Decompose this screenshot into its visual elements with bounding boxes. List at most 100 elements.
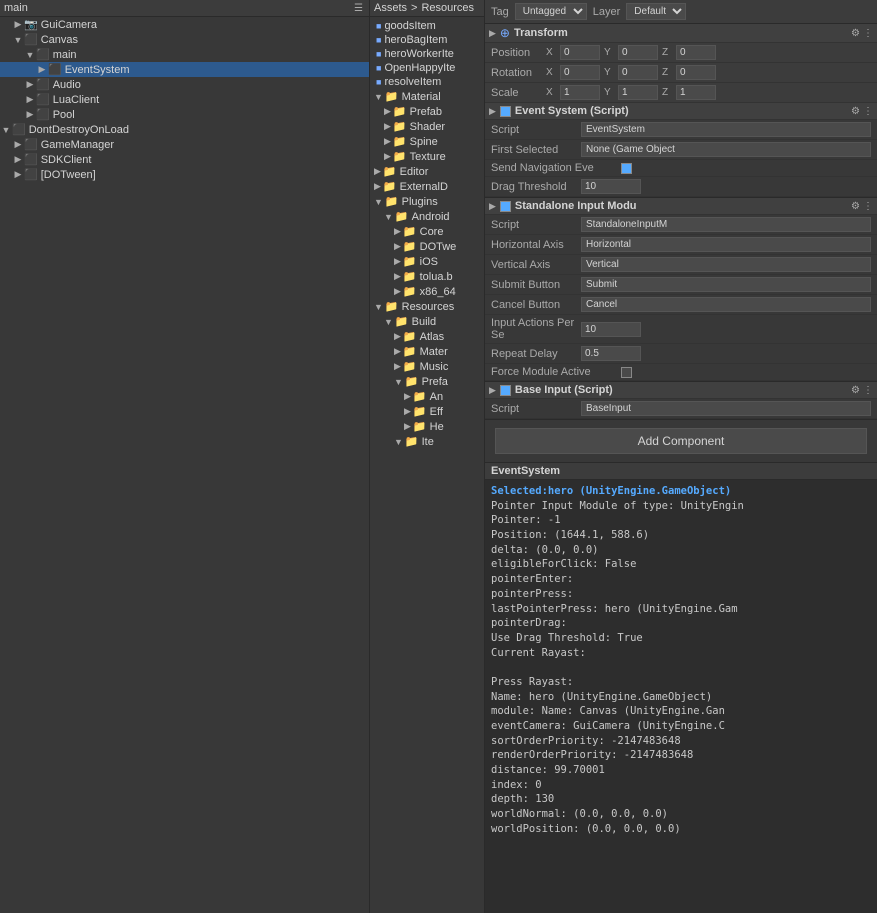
tree-expand-gamemanager[interactable]: ▶: [12, 139, 24, 150]
folder-label-DOTwe: DOTwe: [420, 241, 457, 253]
si-repeat-val[interactable]: [581, 346, 641, 361]
folder-Resources[interactable]: ▼📁Resources: [372, 299, 482, 314]
pos-z-input[interactable]: [676, 45, 716, 60]
folder-Mater[interactable]: ▶📁Mater: [372, 344, 482, 359]
si-settings-icon[interactable]: ⚙: [851, 201, 860, 212]
folder-label-tolua.b: tolua.b: [420, 271, 453, 283]
asset-file-goodsItem[interactable]: ■goodsItem: [372, 19, 482, 33]
rot-x-input[interactable]: [560, 65, 600, 80]
tree-item-main-child[interactable]: ▼⬛main: [0, 47, 369, 62]
tree-item-audio[interactable]: ▶⬛Audio: [0, 77, 369, 92]
folder-Atlas[interactable]: ▶📁Atlas: [372, 329, 482, 344]
console-line-13: Name: hero (UnityEngine.GameObject): [491, 690, 871, 705]
tree-item-gamemanager[interactable]: ▶⬛GameManager: [0, 137, 369, 152]
folder-label-Plugins: Plugins: [402, 196, 438, 208]
tree-item-eventsystem[interactable]: ▶⬛EventSystem: [0, 62, 369, 77]
folder-tolua.b[interactable]: ▶📁tolua.b: [372, 269, 482, 284]
es-sendnav-check[interactable]: [621, 163, 632, 174]
es-drag-val[interactable]: [581, 179, 641, 194]
si-input-val[interactable]: [581, 322, 641, 337]
folder-x86_64[interactable]: ▶📁x86_64: [372, 284, 482, 299]
folder-Prefa[interactable]: ▼📁Prefa: [372, 374, 482, 389]
tree-item-dontdestroy[interactable]: ▼⬛DontDestroyOnLoad: [0, 122, 369, 137]
folder-An[interactable]: ▶📁An: [372, 389, 482, 404]
scale-x-input[interactable]: [560, 85, 600, 100]
tree-item-dotween[interactable]: ▶⬛[DOTween]: [0, 167, 369, 182]
folder-Editor[interactable]: ▶📁Editor: [372, 164, 482, 179]
es-check[interactable]: [500, 106, 511, 117]
bi-check[interactable]: [500, 385, 511, 396]
es-drag-row: Drag Threshold: [485, 177, 877, 197]
folder-ExternalD[interactable]: ▶📁ExternalD: [372, 179, 482, 194]
rot-y-input[interactable]: [618, 65, 658, 80]
tree-expand-luaclient[interactable]: ▶: [24, 94, 36, 105]
si-title: Standalone Input Modu: [515, 200, 851, 212]
folder-Shader[interactable]: ▶📁Shader: [372, 119, 482, 134]
console-header: EventSystem: [485, 463, 877, 480]
tree-expand-audio[interactable]: ▶: [24, 79, 36, 90]
si-force-check[interactable]: [621, 367, 632, 378]
es-more-icon[interactable]: ⋮: [863, 106, 873, 117]
layer-select[interactable]: Default: [626, 3, 686, 20]
si-check[interactable]: [500, 201, 511, 212]
base-header[interactable]: ▶ Base Input (Script) ⚙ ⋮: [485, 382, 877, 399]
folder-Prefab[interactable]: ▶📁Prefab: [372, 104, 482, 119]
si-submit-row: Submit Button Submit: [485, 275, 877, 295]
folder-He[interactable]: ▶📁He: [372, 419, 482, 434]
folder-label-An: An: [430, 391, 443, 403]
standalone-header[interactable]: ▶ Standalone Input Modu ⚙ ⋮: [485, 198, 877, 215]
tag-select[interactable]: Untagged: [515, 3, 587, 20]
folder-Build[interactable]: ▼📁Build: [372, 314, 482, 329]
tree-expand-main-child[interactable]: ▼: [24, 50, 36, 60]
es-settings-icon[interactable]: ⚙: [851, 106, 860, 117]
tree-item-luaclient[interactable]: ▶⬛LuaClient: [0, 92, 369, 107]
bi-settings-icon[interactable]: ⚙: [851, 385, 860, 396]
folder-Texture[interactable]: ▶📁Texture: [372, 149, 482, 164]
tree-item-guicamera[interactable]: ▶📷GuiCamera: [0, 17, 369, 32]
transform-more-icon[interactable]: ⋮: [863, 28, 873, 39]
folder-Android[interactable]: ▼📁Android: [372, 209, 482, 224]
rot-z-input[interactable]: [676, 65, 716, 80]
si-force-label: Force Module Active: [491, 366, 621, 378]
transform-settings-icon[interactable]: ⚙: [851, 28, 860, 39]
tree-item-canvas[interactable]: ▼⬛Canvas: [0, 32, 369, 47]
folder-label-Spine: Spine: [410, 136, 438, 148]
asset-file-heroBagItem[interactable]: ■heroBagItem: [372, 33, 482, 47]
bi-script-val: BaseInput: [581, 401, 871, 416]
tree-expand-pool[interactable]: ▶: [24, 109, 36, 120]
pos-x-input[interactable]: [560, 45, 600, 60]
asset-file-heroWorkerIte[interactable]: ■heroWorkerIte: [372, 47, 482, 61]
folder-Material[interactable]: ▼📁Material: [372, 89, 482, 104]
si-more-icon[interactable]: ⋮: [863, 201, 873, 212]
folder-Ite[interactable]: ▼📁Ite: [372, 434, 482, 449]
add-component-button[interactable]: Add Component: [495, 428, 867, 454]
tree-expand-guicamera[interactable]: ▶: [12, 19, 24, 30]
folder-Music[interactable]: ▶📁Music: [372, 359, 482, 374]
asset-file-resolveItem[interactable]: ■resolveItem: [372, 75, 482, 89]
console-line-11: [491, 660, 871, 675]
tree-item-sdkclient[interactable]: ▶⬛SDKClient: [0, 152, 369, 167]
scale-z-input[interactable]: [676, 85, 716, 100]
bi-arrow: ▶: [489, 385, 496, 396]
tree-expand-canvas[interactable]: ▼: [12, 35, 24, 45]
bi-more-icon[interactable]: ⋮: [863, 385, 873, 396]
scale-y-input[interactable]: [618, 85, 658, 100]
folder-Eff[interactable]: ▶📁Eff: [372, 404, 482, 419]
folder-DOTwe[interactable]: ▶📁DOTwe: [372, 239, 482, 254]
tree-expand-dotween[interactable]: ▶: [12, 169, 24, 180]
folder-Spine[interactable]: ▶📁Spine: [372, 134, 482, 149]
si-cancel-label: Cancel Button: [491, 299, 581, 311]
transform-header[interactable]: ▶ ⊕ Transform ⚙ ⋮: [485, 24, 877, 43]
folder-Plugins[interactable]: ▼📁Plugins: [372, 194, 482, 209]
hierarchy-menu-btn[interactable]: ☰: [352, 3, 365, 14]
scale-label: Scale: [491, 87, 546, 99]
folder-iOS[interactable]: ▶📁iOS: [372, 254, 482, 269]
tree-expand-dontdestroy[interactable]: ▼: [0, 125, 12, 135]
tree-expand-eventsystem[interactable]: ▶: [36, 64, 48, 75]
pos-y-input[interactable]: [618, 45, 658, 60]
asset-file-OpenHappyIte[interactable]: ■OpenHappyIte: [372, 61, 482, 75]
tree-expand-sdkclient[interactable]: ▶: [12, 154, 24, 165]
tree-item-pool[interactable]: ▶⬛Pool: [0, 107, 369, 122]
eventsystem-header[interactable]: ▶ Event System (Script) ⚙ ⋮: [485, 103, 877, 120]
folder-Core[interactable]: ▶📁Core: [372, 224, 482, 239]
